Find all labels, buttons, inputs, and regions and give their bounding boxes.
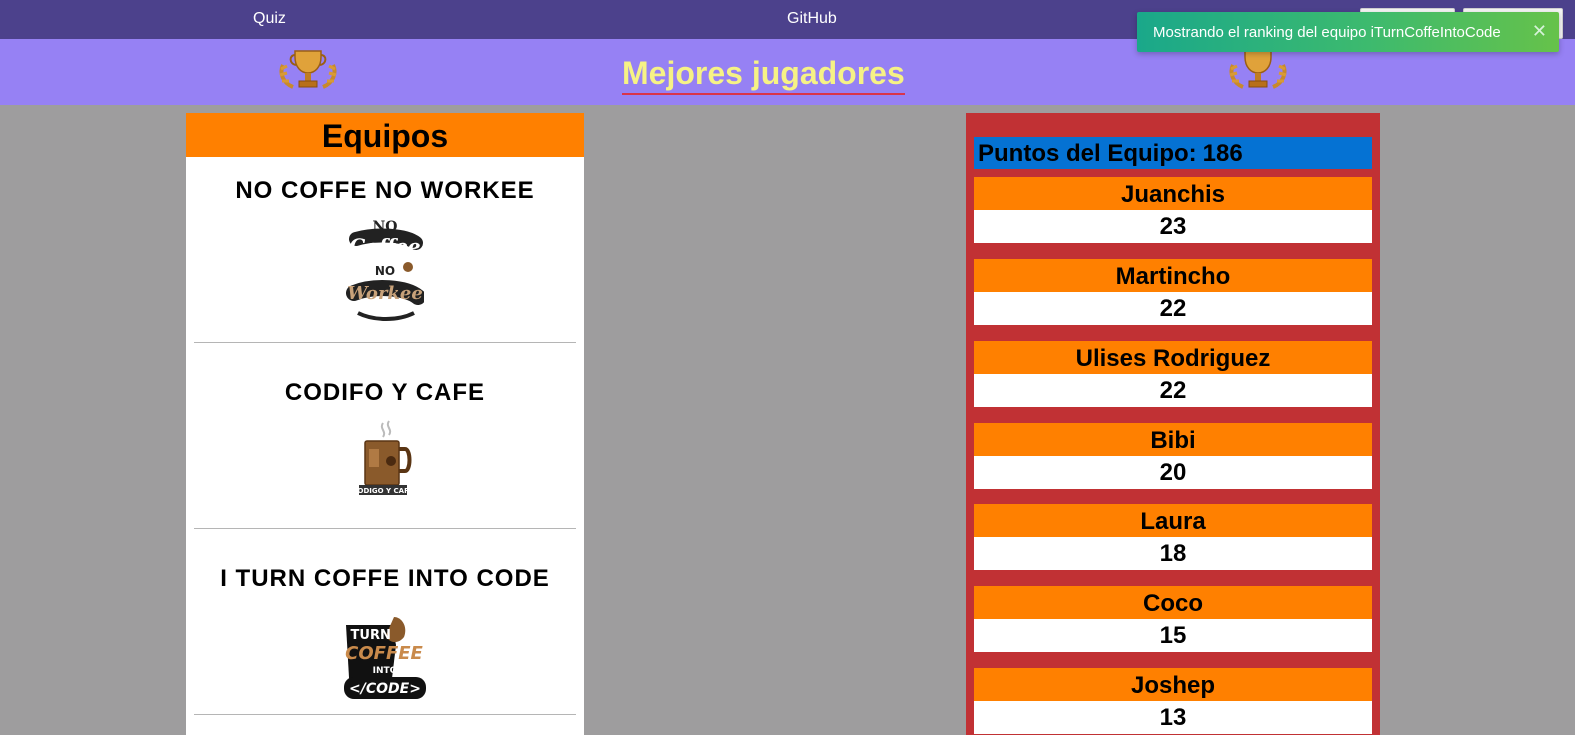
- nav-link-github[interactable]: GitHub: [787, 10, 837, 28]
- team-name: CODIFO Y CAFE: [284, 379, 486, 406]
- player-name: Martincho: [974, 259, 1372, 292]
- player-score: 13: [974, 701, 1372, 734]
- player-name: Coco: [974, 586, 1372, 619]
- player-card: Coco 15: [974, 586, 1372, 652]
- no-coffee-no-workee-logo: NO Coffee NO Workee: [346, 219, 424, 321]
- team-points-value: 186: [1202, 140, 1243, 167]
- player-score: 23: [974, 210, 1372, 243]
- player-card: Joshep 13: [974, 668, 1372, 734]
- player-score: 18: [974, 537, 1372, 570]
- trophy-icon: [1229, 50, 1287, 89]
- player-card: Martincho 22: [974, 259, 1372, 325]
- team-name: I TURN COFFE INTO CODE: [220, 565, 550, 592]
- nav-link-quiz[interactable]: Quiz: [253, 10, 286, 28]
- close-icon[interactable]: ✕: [1532, 21, 1547, 42]
- team-points: Puntos del Equipo: 186: [974, 137, 1372, 169]
- team-points-label: Puntos del Equipo:: [978, 140, 1197, 167]
- svg-text:Workee: Workee: [347, 283, 423, 304]
- logo-text: Coffee: [349, 234, 420, 258]
- player-name: Ulises Rodriguez: [974, 341, 1372, 374]
- toast-notification: Mostrando el ranking del equipo iTurnCof…: [1137, 12, 1559, 52]
- svg-text:</CODE>: </CODE>: [349, 681, 421, 697]
- team-card-i-turn-coffe-into-code[interactable]: I TURN COFFE INTO CODE I TURN COFFEE INT…: [194, 529, 576, 715]
- svg-text:CODIGO Y CAFE: CODIGO Y CAFE: [355, 487, 414, 495]
- player-name: Laura: [974, 504, 1372, 537]
- player-name: Joshep: [974, 668, 1372, 701]
- player-score: 20: [974, 456, 1372, 489]
- player-name: Juanchis: [974, 177, 1372, 210]
- trophy-icon: [279, 50, 337, 89]
- player-name: Bibi: [974, 423, 1372, 456]
- player-card: Juanchis 23: [974, 177, 1372, 243]
- player-card: Ulises Rodriguez 22: [974, 341, 1372, 407]
- player-card: Laura 18: [974, 504, 1372, 570]
- teams-panel: Equipos NO COFFE NO WORKEE NO Coffee NO …: [186, 113, 584, 735]
- toast-message: Mostrando el ranking del equipo iTurnCof…: [1153, 24, 1501, 41]
- svg-text:COFFEE: COFFEE: [345, 643, 423, 664]
- player-score: 15: [974, 619, 1372, 652]
- coffee-mug-logo: CODIGO Y CAFE: [355, 420, 414, 495]
- player-score: 22: [974, 374, 1372, 407]
- team-ranking-panel: Puntos del Equipo: 186 Juanchis 23 Martin…: [966, 113, 1380, 735]
- player-score: 22: [974, 292, 1372, 325]
- page-title: Mejores jugadores: [622, 55, 905, 95]
- svg-text:INTO: INTO: [373, 666, 398, 676]
- team-card-codifo-y-cafe[interactable]: CODIFO Y CAFE CODIGO Y CAFE: [194, 343, 576, 529]
- i-turn-coffee-into-code-logo: I TURN COFFEE INTO </CODE>: [341, 617, 426, 699]
- svg-text:NO: NO: [375, 264, 395, 278]
- team-card-no-coffe-no-workee[interactable]: NO COFFE NO WORKEE NO Coffee NO Workee: [194, 157, 576, 343]
- teams-heading: Equipos: [186, 113, 584, 157]
- team-name: NO COFFE NO WORKEE: [235, 177, 535, 204]
- svg-text:I TURN: I TURN: [341, 628, 391, 643]
- player-card: Bibi 20: [974, 423, 1372, 489]
